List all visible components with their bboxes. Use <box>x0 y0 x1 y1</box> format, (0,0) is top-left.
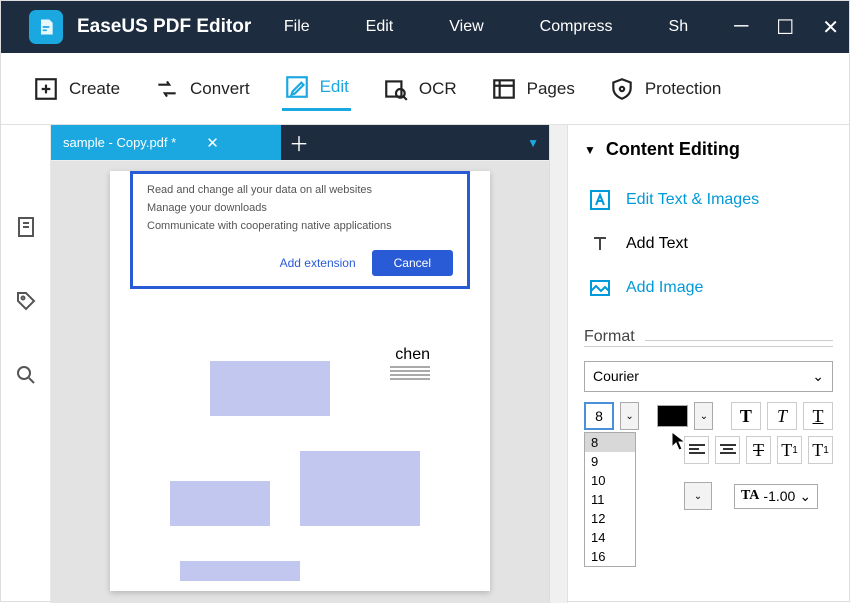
tool-create-label: Create <box>69 79 120 99</box>
font-size-option[interactable]: 16 <box>585 547 635 566</box>
italic-button[interactable]: T <box>767 402 797 430</box>
tool-ocr[interactable]: OCR <box>381 68 459 110</box>
align-center-button[interactable] <box>715 436 740 464</box>
text-a-icon <box>588 188 612 212</box>
app-title: EaseUS PDF Editor <box>77 16 251 38</box>
main-toolbar: Create Convert Edit OCR Pages Protection <box>1 53 849 125</box>
char-spacing-input[interactable]: TA -1.00 ⌄ <box>734 484 818 509</box>
selection-box[interactable] <box>300 451 420 526</box>
close-icon[interactable]: ✕ <box>822 15 839 40</box>
tool-protection[interactable]: Protection <box>607 68 724 110</box>
page-nav-icon[interactable] <box>14 215 38 239</box>
font-size-option[interactable]: 11 <box>585 490 635 509</box>
add-image-action[interactable]: Add Image <box>584 266 833 310</box>
font-size-option[interactable]: 8 <box>585 433 635 452</box>
font-size-dropdown[interactable]: 891011121416 <box>584 432 636 567</box>
font-size-input[interactable]: 8 <box>584 402 614 430</box>
menu-compress[interactable]: Compress <box>540 18 613 36</box>
tool-edit-label: Edit <box>320 77 349 97</box>
add-extension-link[interactable]: Add extension <box>276 250 360 276</box>
font-size-dropdown-button[interactable]: ⌄ <box>620 402 639 430</box>
action-label: Add Image <box>626 279 703 297</box>
tab-filename: sample - Copy.pdf * <box>63 135 176 150</box>
tool-pages-label: Pages <box>527 79 575 99</box>
app-logo-icon <box>29 10 63 44</box>
minimize-icon[interactable]: ─ <box>734 15 748 40</box>
align-left-button[interactable] <box>684 436 709 464</box>
selection-box[interactable] <box>210 361 330 416</box>
title-bar: EaseUS PDF Editor File Edit View Compres… <box>1 1 849 53</box>
selection-box[interactable] <box>170 481 270 526</box>
font-color-swatch[interactable] <box>657 405 689 427</box>
align-left-icon <box>689 444 705 456</box>
selection-box[interactable] <box>180 561 300 581</box>
image-icon <box>588 276 612 300</box>
tab-bar: sample - Copy.pdf * ✕ ＋ ▼ <box>51 125 549 161</box>
text-t-icon <box>588 232 612 256</box>
spacing-ta-icon: TA <box>741 488 759 504</box>
doc-text-lines <box>390 366 430 382</box>
bold-button[interactable]: T <box>731 402 761 430</box>
side-panel: ▼ Content Editing Edit Text & Images Add… <box>567 125 849 603</box>
underline-button[interactable]: T <box>803 402 833 430</box>
dialog-line: Communicate with cooperating native appl… <box>147 220 453 232</box>
strikethrough-button[interactable]: T <box>746 436 771 464</box>
chevron-down-icon: ⌄ <box>812 368 824 385</box>
menu-share[interactable]: Sh <box>669 18 689 36</box>
line-spacing-dropdown[interactable]: ⌄ <box>684 482 712 510</box>
document-canvas[interactable]: Read and change all your data on all web… <box>51 161 549 603</box>
chevron-down-icon: ⌄ <box>799 488 811 505</box>
doc-text: chen <box>395 346 430 364</box>
tag-icon[interactable] <box>14 289 38 313</box>
panel-title: Content Editing <box>606 139 740 160</box>
maximize-icon[interactable]: ☐ <box>776 15 794 40</box>
align-center-icon <box>720 444 736 456</box>
action-label: Edit Text & Images <box>626 191 759 209</box>
dialog-line: Read and change all your data on all web… <box>147 184 453 196</box>
shield-icon <box>609 76 635 102</box>
tab-close-icon[interactable]: ✕ <box>206 134 219 152</box>
subscript-button[interactable]: T1 <box>808 436 833 464</box>
page-view: Read and change all your data on all web… <box>110 171 490 591</box>
menu-view[interactable]: View <box>449 18 483 36</box>
convert-icon <box>154 76 180 102</box>
menu-edit[interactable]: Edit <box>366 18 394 36</box>
menu-file[interactable]: File <box>284 18 310 36</box>
dialog-line: Manage your downloads <box>147 202 453 214</box>
extension-dialog: Read and change all your data on all web… <box>130 171 470 289</box>
format-section-label: Format <box>584 328 833 347</box>
action-label: Add Text <box>626 235 688 253</box>
font-size-option[interactable]: 14 <box>585 528 635 547</box>
add-text-action[interactable]: Add Text <box>584 222 833 266</box>
tool-ocr-label: OCR <box>419 79 457 99</box>
font-family-value: Courier <box>593 368 639 385</box>
tool-create[interactable]: Create <box>31 68 122 110</box>
spacing-value: -1.00 <box>763 488 795 504</box>
plus-box-icon <box>33 76 59 102</box>
superscript-button[interactable]: T1 <box>777 436 802 464</box>
tool-convert-label: Convert <box>190 79 250 99</box>
pages-icon <box>491 76 517 102</box>
panel-header[interactable]: ▼ Content Editing <box>584 139 833 160</box>
vertical-scrollbar[interactable] <box>549 125 567 603</box>
left-rail <box>1 125 51 603</box>
font-color-dropdown-button[interactable]: ⌄ <box>694 402 713 430</box>
pencil-box-icon <box>284 74 310 100</box>
tool-convert[interactable]: Convert <box>152 68 252 110</box>
search-icon[interactable] <box>14 363 38 387</box>
cancel-button[interactable]: Cancel <box>372 250 453 276</box>
tab-dropdown-icon[interactable]: ▼ <box>527 136 539 150</box>
tool-pages[interactable]: Pages <box>489 68 577 110</box>
tab-active[interactable]: sample - Copy.pdf * ✕ <box>51 125 281 160</box>
edit-text-images-action[interactable]: Edit Text & Images <box>584 178 833 222</box>
tool-protection-label: Protection <box>645 79 722 99</box>
font-size-option[interactable]: 9 <box>585 452 635 471</box>
collapse-caret-icon[interactable]: ▼ <box>584 143 596 157</box>
font-family-select[interactable]: Courier ⌄ <box>584 361 833 392</box>
font-size-option[interactable]: 12 <box>585 509 635 528</box>
tool-edit[interactable]: Edit <box>282 66 351 111</box>
tab-add-icon[interactable]: ＋ <box>281 125 317 160</box>
ocr-icon <box>383 76 409 102</box>
font-size-option[interactable]: 10 <box>585 471 635 490</box>
